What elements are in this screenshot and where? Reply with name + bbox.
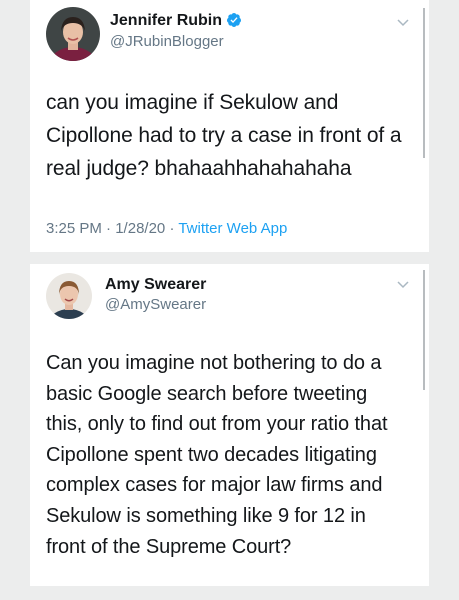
tweet-text: can you imagine if Sekulow and Cipollone… — [46, 91, 402, 180]
author-handle[interactable]: @AmySwearer — [105, 296, 206, 313]
chevron-down-icon — [397, 281, 409, 289]
avatar[interactable] — [46, 273, 92, 319]
tweet-card[interactable]: Amy Swearer @AmySwearer Can you imagine … — [30, 264, 429, 586]
author-name[interactable]: Amy Swearer — [105, 276, 206, 294]
scrollbar[interactable] — [423, 8, 425, 158]
meta-separator: · — [169, 220, 175, 237]
tweet-date[interactable]: 1/28/20 — [115, 220, 165, 237]
tweet-time[interactable]: 3:25 PM — [46, 220, 102, 237]
tweet-text: Can you imagine not bothering to do a ba… — [46, 352, 388, 558]
verified-badge-icon — [226, 12, 242, 28]
scrollbar[interactable] — [423, 270, 425, 390]
tweet-menu-button[interactable] — [395, 14, 411, 30]
chevron-down-icon — [397, 19, 409, 27]
author-name-text: Jennifer Rubin — [110, 12, 223, 29]
avatar-photo-icon — [46, 273, 92, 319]
tweet-card[interactable]: Jennifer Rubin @JRubinBlogger can you im… — [30, 0, 429, 252]
avatar[interactable] — [46, 7, 100, 61]
tweet-meta: 3:25 PM · 1/28/20 · Twitter Web App — [46, 220, 287, 237]
tweet-menu-button[interactable] — [395, 276, 411, 292]
avatar-photo-icon — [46, 7, 100, 61]
author-name[interactable]: Jennifer Rubin — [110, 12, 242, 30]
author-handle[interactable]: @JRubinBlogger — [110, 33, 224, 50]
tweet-source-link[interactable]: Twitter Web App — [178, 220, 287, 237]
meta-separator: · — [106, 220, 112, 237]
